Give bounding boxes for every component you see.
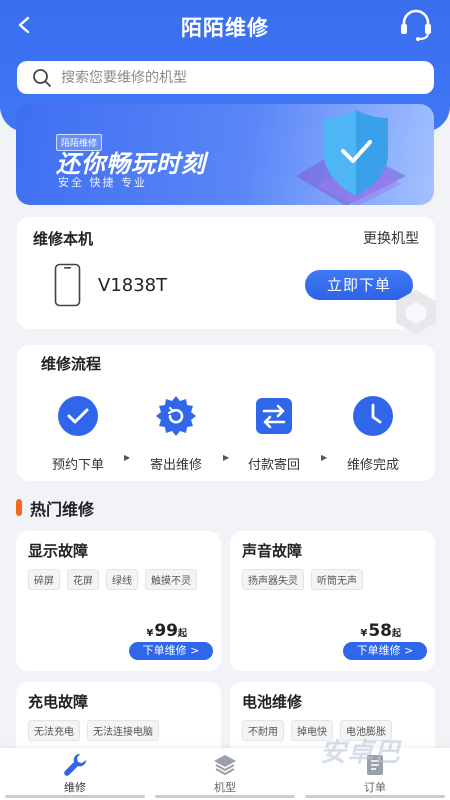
flow-arrow-icon: ▶: [124, 453, 131, 462]
flow-step-label: 维修完成: [346, 458, 399, 473]
clock-icon: [353, 396, 393, 436]
promo-banner[interactable]: 陌陌维修 还你畅玩时刻 安全 快捷 专业: [16, 104, 434, 205]
service-tags: 碎屏 花屏 绿线 触摸不灵: [28, 569, 218, 590]
tab-indicator: [305, 795, 445, 798]
service-tag: 绿线: [106, 569, 138, 590]
tab-label: 机型: [214, 781, 236, 794]
service-price: ¥99起: [146, 621, 187, 641]
flow-step-book: 预约下单: [38, 394, 118, 473]
search-input[interactable]: [61, 69, 391, 86]
hot-repair-title: 热门维修: [30, 500, 95, 519]
flow-arrow-icon: ▶: [223, 453, 230, 462]
repair-flow-card: 维修流程 预约下单 ▶ 寄出维修 ▶ 付款寄回 ▶ 维修完成: [17, 345, 435, 481]
section-accent-bar: [16, 499, 22, 516]
wrench-icon: [64, 753, 87, 776]
tab-repair[interactable]: 维修: [35, 752, 115, 795]
tab-label: 维修: [64, 781, 86, 794]
device-card-title: 维修本机: [33, 230, 94, 248]
service-title: 显示故障: [28, 542, 89, 560]
tab-models[interactable]: 机型: [185, 752, 265, 795]
service-card-sound[interactable]: 声音故障 扬声器失灵 听筒无声 ¥58起 下单维修 >: [230, 531, 435, 671]
service-tag: 触摸不灵: [145, 569, 197, 590]
flow-step-label: 预约下单: [51, 458, 104, 473]
flow-arrow-icon: ▶: [321, 453, 328, 462]
device-model: V1838T: [98, 275, 168, 296]
service-tag: 扬声器失灵: [242, 569, 304, 590]
watermark-logo: 安卓巴: [320, 738, 402, 768]
device-card: 维修本机 更换机型 V1838T 立即下单: [17, 217, 435, 329]
order-repair-button[interactable]: 下单维修 >: [343, 642, 427, 660]
flow-step-done: 维修完成: [333, 394, 413, 473]
search-bar[interactable]: [17, 61, 434, 94]
service-tag: 花屏: [67, 569, 99, 590]
shield-check-icon: [296, 110, 406, 205]
service-title: 声音故障: [242, 542, 303, 560]
layers-icon: [214, 755, 236, 776]
service-card-display[interactable]: 显示故障 碎屏 花屏 绿线 触摸不灵 ¥99起 下单维修 >: [16, 531, 221, 671]
flow-step-ship: 寄出维修: [136, 394, 216, 473]
service-tag: 无法充电: [28, 720, 80, 741]
service-tags: 扬声器失灵 听筒无声: [242, 569, 432, 590]
flow-step-pay: 付款寄回: [234, 394, 314, 473]
service-tags: 无法充电 无法连接电脑: [28, 720, 218, 741]
tab-indicator: [5, 795, 145, 798]
service-title: 充电故障: [28, 693, 89, 711]
tab-label: 订单: [364, 781, 386, 794]
support-button[interactable]: [398, 8, 434, 42]
floating-hexagon-icon[interactable]: [392, 288, 440, 336]
headset-icon: [401, 9, 431, 41]
order-repair-button[interactable]: 下单维修 >: [129, 642, 213, 660]
service-tag: 碎屏: [28, 569, 60, 590]
gear-icon: [156, 396, 196, 436]
banner-subtitle: 安全 快捷 专业: [58, 176, 147, 189]
service-title: 电池维修: [242, 693, 303, 711]
change-model-link[interactable]: 更换机型: [363, 228, 419, 248]
flow-title: 维修流程: [41, 355, 102, 373]
swap-arrows-icon: [256, 398, 292, 434]
flow-step-label: 寄出维修: [149, 458, 202, 473]
page-title: 陌陌维修: [181, 16, 269, 40]
tab-indicator: [155, 795, 295, 798]
service-price: ¥58起: [360, 621, 401, 641]
search-icon: [33, 68, 51, 87]
flow-step-label: 付款寄回: [247, 458, 300, 473]
service-tag: 不耐用: [242, 720, 284, 741]
service-tag: 听筒无声: [311, 569, 363, 590]
phone-icon: [54, 263, 81, 307]
service-tag: 无法连接电脑: [87, 720, 159, 741]
check-circle-icon: [58, 396, 98, 436]
